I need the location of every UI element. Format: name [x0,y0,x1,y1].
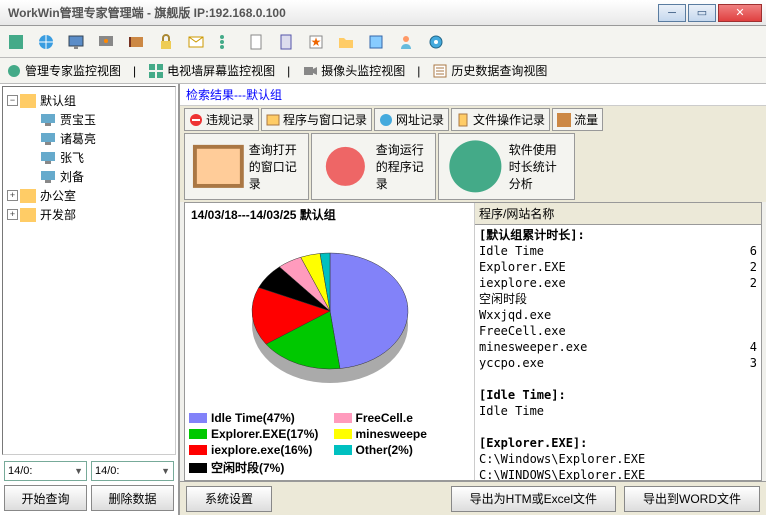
expand-icon[interactable]: + [7,190,18,201]
tab-violation[interactable]: 违规记录 [184,108,259,131]
list-body[interactable]: [默认组累计时长]: Idle Time6 Explorer.EXE2 iexp… [475,225,761,480]
toolbar-globe-icon[interactable] [34,30,58,54]
maximize-button[interactable]: ▭ [688,4,716,22]
subtab-windows[interactable]: 查询打开的窗口记录 [184,133,309,200]
tree-group[interactable]: +办公室 [7,186,171,205]
toolbar-page-icon[interactable] [244,30,268,54]
bottom-bar: 系统设置 导出为HTM或Excel文件 导出到WORD文件 [180,481,766,515]
toolbar-lock-icon[interactable] [154,30,178,54]
toolbar-mail-icon[interactable] [184,30,208,54]
start-query-button[interactable]: 开始查询 [4,485,87,511]
toolbar-user-icon[interactable] [394,30,418,54]
list-header[interactable]: 程序/网站名称 [475,203,761,225]
dropdown-icon: ▼ [74,466,83,476]
chart-legend: Idle Time(47%) FreeCell.e Explorer.EXE(1… [185,407,474,480]
search-result-label: 检索结果---默认组 [180,84,766,106]
collapse-icon[interactable]: − [7,95,18,106]
right-panel: 检索结果---默认组 违规记录 程序与窗口记录 网址记录 文件操作记录 流量 查… [180,84,766,515]
toolbar-film-icon[interactable] [124,30,148,54]
view-tab-monitor[interactable]: 管理专家监控视图 [6,62,121,79]
title-bar: WorkWin管理专家管理端 - 旗舰版 IP:192.168.0.100 ─ … [0,0,766,26]
toolbar-capture-icon[interactable] [94,30,118,54]
export-htm-excel-button[interactable]: 导出为HTM或Excel文件 [451,486,616,512]
program-list: 程序/网站名称 [默认组累计时长]: Idle Time6 Explorer.E… [475,203,761,480]
view-tab-history[interactable]: 历史数据查询视图 [432,62,547,79]
view-tabs: 管理专家监控视图 | 电视墙屏幕监控视图 | 摄像头监控视图 | 历史数据查询视… [0,58,766,84]
system-settings-button[interactable]: 系统设置 [186,486,272,512]
tab-file[interactable]: 文件操作记录 [451,108,550,131]
close-button[interactable]: ✕ [718,4,762,22]
tab-program[interactable]: 程序与窗口记录 [261,108,372,131]
svg-text:★: ★ [311,35,322,49]
tree-user[interactable]: 诸葛亮 [25,129,171,148]
window-title: WorkWin管理专家管理端 - 旗舰版 IP:192.168.0.100 [4,4,658,21]
subtab-programs[interactable]: 查询运行的程序记录 [311,133,436,200]
expand-icon[interactable]: + [7,209,18,220]
toolbar-icon-1[interactable] [4,30,28,54]
main-toolbar: ★ [0,26,766,58]
toolbar-folder-icon[interactable] [334,30,358,54]
chart-title: 14/03/18---14/03/25 默认组 [185,203,474,226]
toolbar-tree-icon[interactable] [214,30,238,54]
date-from[interactable]: 14/0:▼ [4,461,87,481]
subtab-stats[interactable]: 软件使用时长统计分析 [438,133,575,200]
export-word-button[interactable]: 导出到WORD文件 [624,486,760,512]
toolbar-new-icon[interactable]: ★ [304,30,328,54]
view-tab-camera[interactable]: 摄像头监控视图 [302,62,405,79]
toolbar-monitor-icon[interactable] [64,30,88,54]
date-to[interactable]: 14/0:▼ [91,461,174,481]
client-tree[interactable]: − 默认组 贾宝玉 诸葛亮 张飞 刘备 +办公室 +开发部 [2,86,176,455]
left-panel: − 默认组 贾宝玉 诸葛亮 张飞 刘备 +办公室 +开发部 14/0:▼ 14/… [0,84,180,515]
minimize-button[interactable]: ─ [658,4,686,22]
tree-group[interactable]: +开发部 [7,205,171,224]
pie-chart [240,236,420,396]
chart-panel: 14/03/18---14/03/25 默认组 Idle Time(47%) F… [185,203,475,480]
tree-user[interactable]: 贾宝玉 [25,110,171,129]
toolbar-gear-icon[interactable] [424,30,448,54]
tree-user[interactable]: 刘备 [25,167,171,186]
tab-traffic[interactable]: 流量 [552,108,603,131]
tree-user[interactable]: 张飞 [25,148,171,167]
delete-data-button[interactable]: 删除数据 [91,485,174,511]
tree-root[interactable]: − 默认组 [7,91,171,110]
toolbar-doc-icon[interactable] [274,30,298,54]
view-tab-tvwall[interactable]: 电视墙屏幕监控视图 [148,62,275,79]
tab-url[interactable]: 网址记录 [374,108,449,131]
dropdown-icon: ▼ [161,466,170,476]
toolbar-list-icon[interactable] [364,30,388,54]
